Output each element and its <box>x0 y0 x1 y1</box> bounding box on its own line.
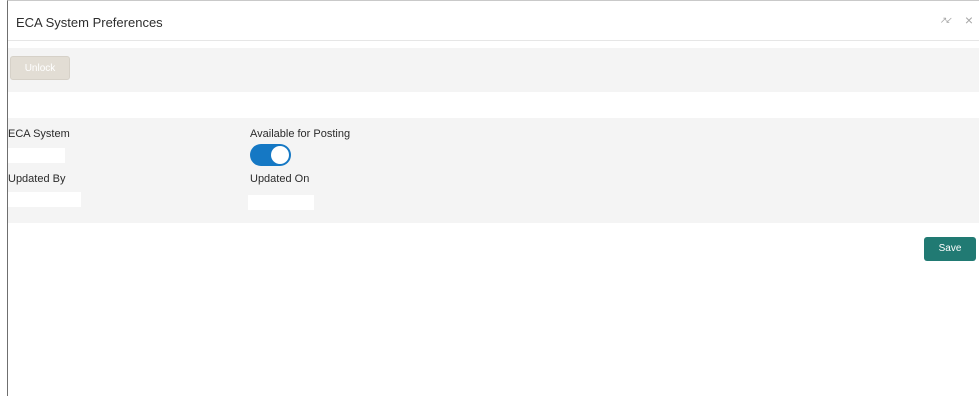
available-for-posting-label: Available for Posting <box>250 128 351 140</box>
updated-by-label: Updated By <box>8 173 66 185</box>
eca-system-preferences-window: ECA System Preferences ↗↙ × Unlock ECA S… <box>7 0 979 396</box>
unlock-button[interactable]: Unlock <box>10 56 70 80</box>
updated-by-field[interactable] <box>8 192 81 207</box>
expand-icon[interactable]: ↗↙ <box>940 12 953 28</box>
title-bar: ECA System Preferences ↗↙ × <box>8 1 979 41</box>
updated-on-label: Updated On <box>250 173 310 185</box>
window-controls: ↗↙ × <box>940 12 973 28</box>
eca-system-field[interactable] <box>8 148 65 163</box>
preferences-form: ECA System Available for Posting Updated… <box>8 118 979 223</box>
save-button[interactable]: Save <box>924 237 976 261</box>
toggle-knob <box>271 146 289 164</box>
updated-on-field[interactable] <box>248 195 314 210</box>
action-toolbar: Unlock <box>8 48 979 92</box>
window-title: ECA System Preferences <box>16 15 163 30</box>
available-for-posting-toggle[interactable] <box>250 144 291 166</box>
close-icon[interactable]: × <box>965 12 973 28</box>
eca-system-label: ECA System <box>8 128 70 140</box>
